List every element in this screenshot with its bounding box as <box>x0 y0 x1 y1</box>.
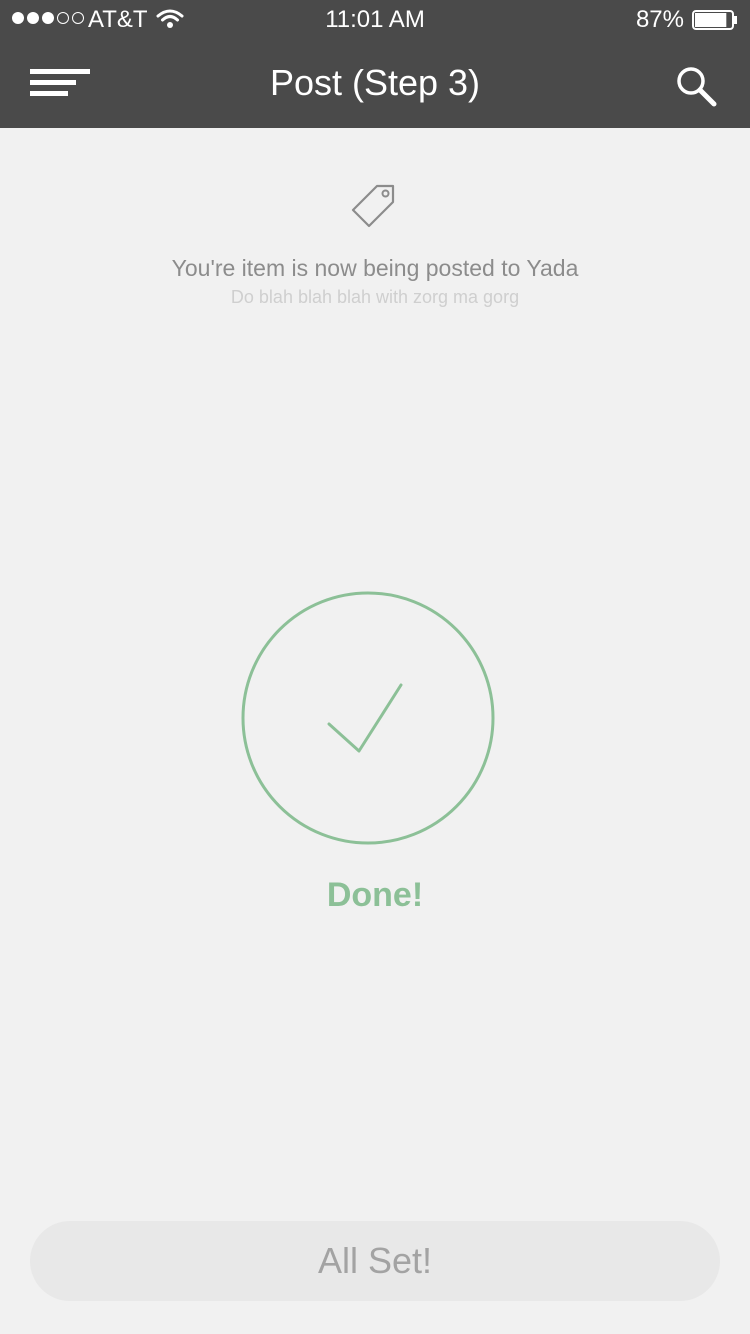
done-checkmark-circle <box>241 591 495 845</box>
battery-icon <box>692 10 737 30</box>
intro-subtitle: Do blah blah blah with zorg ma gorg <box>230 287 520 307</box>
checkmark-icon <box>327 683 403 753</box>
intro-section: You're item is now being posted to Yada … <box>0 180 750 309</box>
status-bar: AT&T 11:01 AM 87% <box>0 0 750 40</box>
all-set-button[interactable]: All Set! <box>30 1221 720 1301</box>
intro-title: You're item is now being posted to Yada <box>171 255 579 281</box>
battery-percent: 87% <box>635 6 684 33</box>
app-header: AT&T 11:01 AM 87% Post (Step 3) <box>0 0 750 128</box>
navigation-bar: Post (Step 3) <box>0 40 750 128</box>
page-title: Post (Step 3) <box>269 62 481 103</box>
done-label: Done! <box>326 876 424 914</box>
search-icon[interactable] <box>674 64 718 108</box>
price-tag-icon <box>351 184 395 228</box>
